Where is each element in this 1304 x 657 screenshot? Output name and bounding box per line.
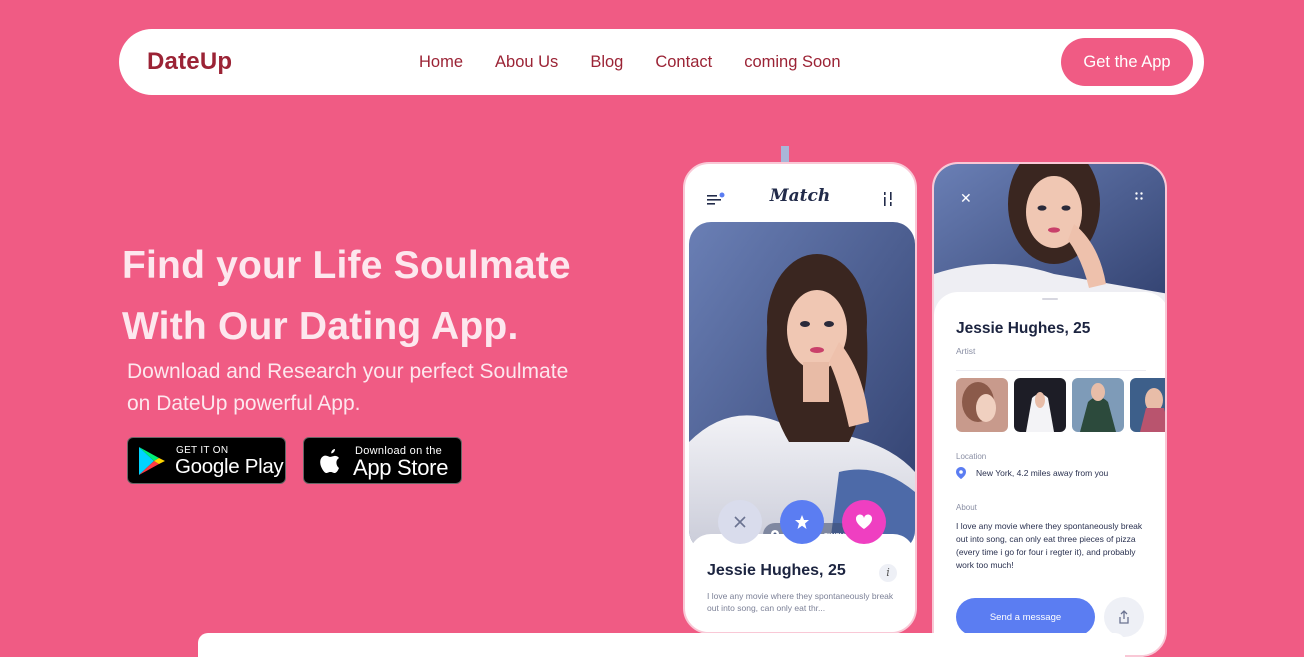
star-icon xyxy=(795,515,809,529)
like-button[interactable] xyxy=(842,500,886,544)
about-text: I love any movie where they spontaneousl… xyxy=(956,521,1143,570)
more-icon[interactable] xyxy=(1135,192,1143,200)
hero-subtitle-line1: Download and Research your perfect Soulm… xyxy=(127,360,569,383)
google-play-badge[interactable]: GET IT ON Google Play xyxy=(127,437,286,484)
location-label: Location xyxy=(956,452,987,461)
next-section-card xyxy=(198,633,1125,657)
app-store-big-text: App Store xyxy=(353,455,449,480)
profile-bio: I love any movie where they spontaneousl… xyxy=(707,591,894,613)
photo-gallery xyxy=(956,378,1165,432)
phone-mockup-match: Match Jessie Hughes, 25 i I love any mov… xyxy=(683,162,917,634)
nav-menu: Home Abou Us Blog Contact coming Soon xyxy=(419,53,841,72)
gallery-photo[interactable] xyxy=(1072,378,1124,432)
location-text: New York, 4.2 miles away from you xyxy=(976,468,1109,478)
location-row: New York, 4.2 miles away from you xyxy=(956,467,1109,479)
share-button[interactable] xyxy=(1104,597,1144,637)
about-label: About xyxy=(956,503,977,512)
profile-card: Jessie Hughes, 25 i I love any movie whe… xyxy=(689,534,915,632)
nav-link-blog[interactable]: Blog xyxy=(590,53,623,72)
dislike-button[interactable] xyxy=(718,500,762,544)
google-play-big-text: Google Play xyxy=(175,455,284,478)
gallery-photo[interactable] xyxy=(1130,378,1165,432)
sheet-handle[interactable] xyxy=(1042,298,1058,300)
profile-name: Jessie Hughes, 25 xyxy=(956,320,1091,337)
nav-link-contact[interactable]: Contact xyxy=(655,53,712,72)
close-icon[interactable]: ✕ xyxy=(960,190,972,207)
heart-icon xyxy=(855,514,873,529)
profile-details-sheet: Jessie Hughes, 25 Artist Location New Yo… xyxy=(934,292,1165,655)
gallery-photo[interactable] xyxy=(956,378,1008,432)
hero-headline-line2: With Our Dating App. xyxy=(122,305,519,348)
navbar: DateUp Home Abou Us Blog Contact coming … xyxy=(119,29,1204,95)
filter-icon[interactable] xyxy=(883,192,893,206)
profile-job: Artist xyxy=(956,346,976,356)
divider xyxy=(956,370,1146,371)
get-the-app-button[interactable]: Get the App xyxy=(1061,38,1193,86)
nav-link-home[interactable]: Home xyxy=(419,53,463,72)
location-pin-icon xyxy=(956,467,966,479)
gallery-photo[interactable] xyxy=(1014,378,1066,432)
google-play-icon xyxy=(139,447,165,475)
info-icon[interactable]: i xyxy=(879,564,897,582)
super-like-button[interactable] xyxy=(780,500,824,544)
apple-icon xyxy=(320,449,339,473)
hero-subtitle-line2: on DateUp powerful App. xyxy=(127,392,361,415)
send-message-button[interactable]: Send a message xyxy=(956,598,1095,636)
hero-headline-line1: Find your Life Soulmate xyxy=(122,244,571,287)
logo[interactable]: DateUp xyxy=(147,48,232,76)
app-title: Match xyxy=(769,186,831,206)
phone-mockup-profile: ✕ Jessie Hughes, 25 Artist Location New … xyxy=(932,162,1167,657)
nav-link-about[interactable]: Abou Us xyxy=(495,53,558,72)
nav-link-coming-soon[interactable]: coming Soon xyxy=(744,53,840,72)
profile-name: Jessie Hughes, 25 xyxy=(707,562,846,579)
share-icon xyxy=(1119,610,1129,624)
close-icon xyxy=(734,516,746,528)
app-store-badge[interactable]: Download on the App Store xyxy=(303,437,462,484)
